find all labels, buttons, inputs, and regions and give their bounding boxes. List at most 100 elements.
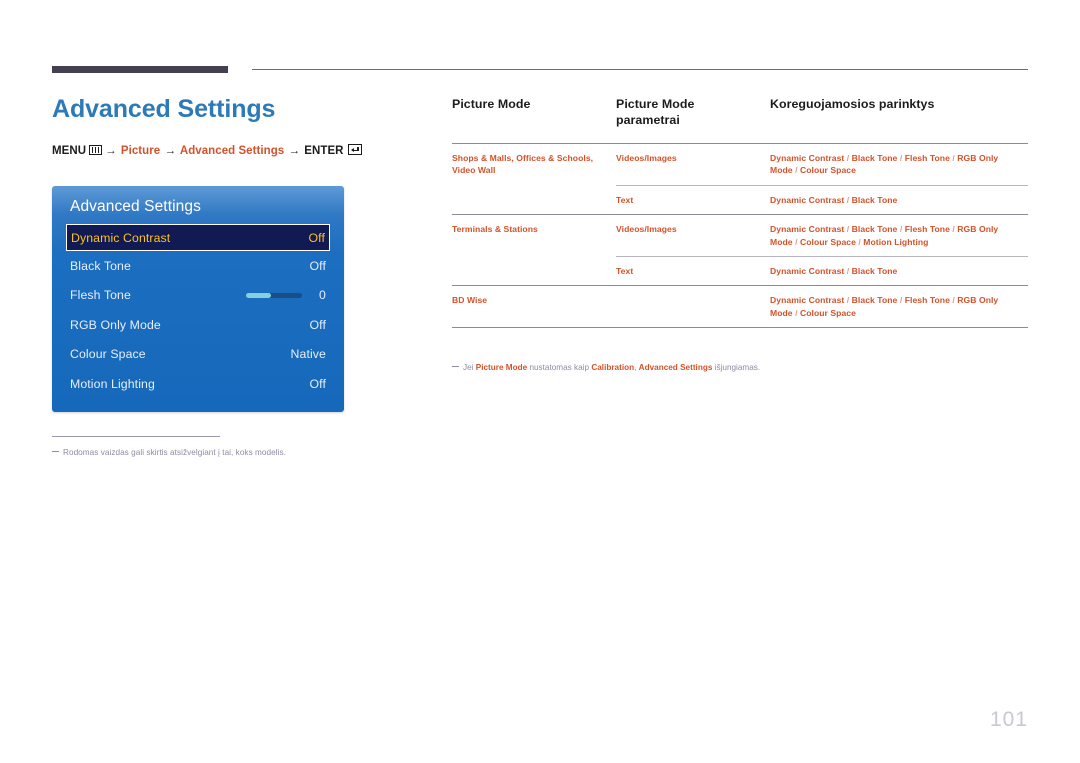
table-footnote-part-1: Jei (463, 363, 476, 372)
option-name: Black Tone (851, 266, 898, 277)
table-header-picture-mode-parametrai: Picture Mode parametrai (616, 96, 770, 143)
option-name: Colour Space (799, 165, 856, 176)
table-cell-parameter: Text (616, 256, 770, 286)
table-footnote-part-4: išjungiamas. (712, 363, 761, 372)
osd-row-motion-lighting[interactable]: Motion Lighting Off (70, 369, 326, 399)
menu-path-enter-label: ENTER (304, 144, 344, 157)
option-separator: / (792, 165, 800, 176)
osd-row-dynamic-contrast[interactable]: Dynamic Contrast Off (66, 224, 330, 251)
left-footnote: Rodomas vaizdas gali skirtis atsižvelgia… (52, 436, 372, 459)
table-cell-picture-mode (452, 185, 616, 214)
osd-row-label: Flesh Tone (70, 288, 131, 303)
table-cell-options: Dynamic Contrast / Black Tone / Flesh To… (770, 142, 1028, 186)
option-name: Dynamic Contrast (770, 224, 845, 235)
table-footnote: Jei Picture Mode nustatomas kaip Calibra… (452, 362, 1028, 374)
osd-menu-list: Dynamic Contrast Off Black Tone Off Flesh To… (52, 224, 344, 399)
option-separator: / (844, 194, 852, 205)
menu-path-step-picture: Picture (120, 144, 161, 157)
menu-path-menu-label: MENU (52, 144, 87, 157)
table-cell-options: Dynamic Contrast / Black Tone (770, 184, 1028, 215)
table-header-row: Picture Mode Picture Mode parametrai Kore… (452, 96, 1028, 144)
osd-row-value-group: 0 (246, 288, 326, 302)
option-name: Black Tone (851, 295, 898, 306)
option-separator: / (792, 236, 800, 247)
picture-mode-table: Picture Mode Picture Mode parametrai Kore… (452, 96, 1028, 329)
table-body: Shops & Malls, Offices & Schools, Video … (452, 142, 1028, 329)
page-title: Advanced Settings (52, 95, 276, 123)
option-separator: / (844, 295, 852, 306)
osd-row-label: Dynamic Contrast (71, 230, 171, 245)
option-name: Black Tone (851, 194, 898, 205)
table-footnote-dash-icon (452, 366, 459, 367)
table-header-picture-mode: Picture Mode (452, 97, 531, 111)
menu-path-arrow-3: → (288, 144, 301, 157)
osd-slider-fill (246, 292, 271, 298)
table-footnote-highlight-picture-mode: Picture Mode (475, 363, 528, 372)
table-cell-parameter: Videos/Images (616, 142, 770, 186)
table-header-options: Koreguojamosios parinktys (770, 97, 935, 111)
table-row: Text Dynamic Contrast / Black Tone (452, 256, 1028, 286)
table-cell-options: Dynamic Contrast / Black Tone / Flesh To… (770, 285, 1028, 328)
option-name: Flesh Tone (904, 152, 950, 163)
option-separator: / (897, 224, 905, 235)
osd-panel: Advanced Settings Dynamic Contrast Off Bla… (52, 186, 344, 412)
osd-row-value: Off (309, 258, 326, 273)
osd-row-value-group: Off (310, 259, 326, 273)
osd-slider[interactable] (246, 292, 302, 298)
left-footnote-text: Rodomas vaizdas gali skirtis atsižvelgia… (52, 447, 372, 459)
osd-row-label: Colour Space (70, 347, 146, 362)
table-bottom-rule-cell (770, 327, 1028, 329)
table-row: Terminals & Stations Videos/Images Dynamic… (452, 214, 1028, 257)
table-footnote-highlight-advanced-settings: Advanced Settings (638, 363, 713, 372)
osd-row-value-group: Off (309, 231, 325, 245)
menu-path-arrow-2: → (164, 144, 177, 157)
osd-row-value: Off (309, 376, 326, 391)
footnote-dash-icon (52, 451, 59, 452)
table-cell-picture-mode (452, 257, 616, 286)
table-footnote-part-2: nustatomas kaip (527, 363, 592, 372)
table-cell-options: Dynamic Contrast / Black Tone (770, 256, 1028, 286)
table-bottom-rule-cell (452, 327, 616, 329)
osd-row-value-group: Off (310, 318, 326, 332)
table-bottom-rule (452, 327, 1028, 329)
option-separator: / (897, 152, 905, 163)
option-separator: / (844, 152, 852, 163)
osd-row-flesh-tone[interactable]: Flesh Tone 0 (70, 281, 326, 311)
option-name: Flesh Tone (904, 295, 950, 306)
left-footnote-body: Rodomas vaizdas gali skirtis atsižvelgia… (63, 448, 286, 457)
osd-row-label: Black Tone (70, 258, 131, 273)
option-name: Dynamic Contrast (770, 152, 845, 163)
option-separator: / (792, 307, 800, 318)
osd-row-black-tone[interactable]: Black Tone Off (70, 251, 326, 281)
osd-row-label: RGB Only Mode (70, 317, 161, 332)
osd-row-value: Off (309, 317, 326, 332)
table-cell-options: Dynamic Contrast / Black Tone / Flesh To… (770, 214, 1028, 257)
menu-path-arrow-1: → (105, 144, 117, 157)
osd-row-colour-space[interactable]: Colour Space Native (70, 340, 326, 370)
osd-row-value: 0 (319, 288, 326, 303)
table-cell-picture-mode: BD Wise (452, 285, 616, 328)
menu-path-breadcrumb: MENU → Picture → Advanced Settings → ENTE… (52, 143, 412, 157)
table-cell-parameter (616, 285, 770, 328)
option-name: Dynamic Contrast (770, 194, 845, 205)
menu-path-step-advanced-settings: Advanced Settings (179, 144, 285, 157)
option-separator: / (844, 224, 852, 235)
option-name: Colour Space (799, 307, 856, 318)
option-separator: / (897, 295, 905, 306)
left-footnote-rule (52, 436, 220, 437)
osd-row-rgb-only-mode[interactable]: RGB Only Mode Off (70, 310, 326, 340)
header-rule-thick (52, 66, 228, 73)
enter-return-icon (347, 143, 362, 155)
option-name: Black Tone (851, 152, 898, 163)
header-line-1: Picture Mode (616, 97, 695, 111)
osd-row-value: Off (308, 230, 325, 245)
table-cell-parameter: Videos/Images (616, 214, 770, 257)
table-cell-parameter: Text (616, 184, 770, 215)
left-column: Advanced Settings MENU → Picture → Advanc… (52, 95, 412, 157)
option-name: Colour Space (799, 236, 856, 247)
option-name: Dynamic Contrast (770, 295, 845, 306)
option-separator: / (844, 266, 852, 277)
menu-grid-icon (89, 144, 103, 155)
option-name: Dynamic Contrast (770, 266, 845, 277)
table-row: BD Wise Dynamic Contrast / Black Tone / F… (452, 285, 1028, 328)
